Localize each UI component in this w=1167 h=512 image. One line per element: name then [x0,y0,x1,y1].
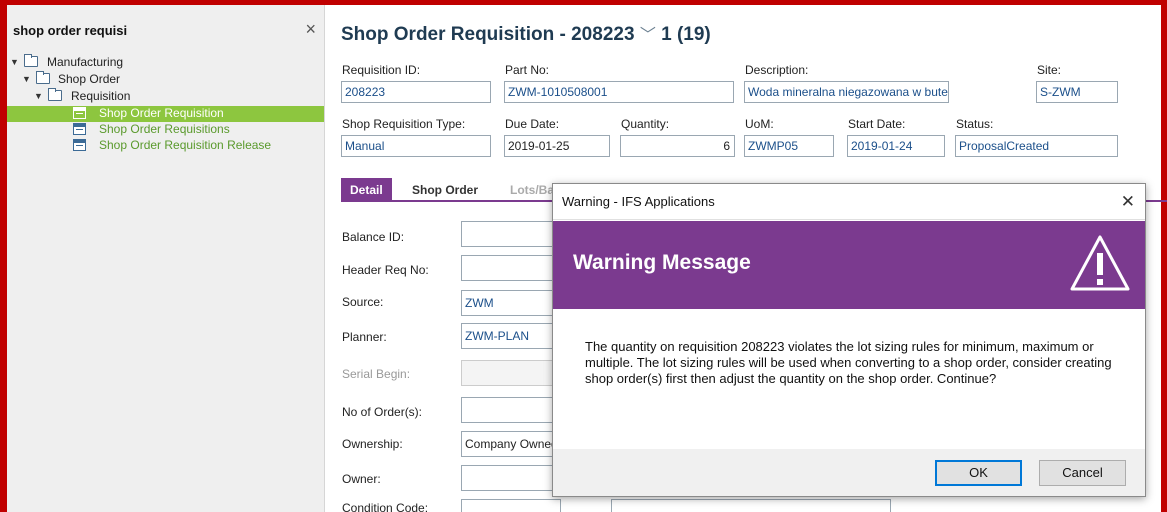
navigator-search-text[interactable]: shop order requisi [13,23,127,38]
tree-item-shop-order-requisition-release[interactable]: Shop Order Requisition Release [7,138,324,154]
navigator-panel: shop order requisi × ▼ Manufacturing ▼ S… [7,5,325,512]
dialog-message: The quantity on requisition 208223 viola… [585,339,1112,386]
tree-item-shop-order-requisitions[interactable]: Shop Order Requisitions [7,122,324,138]
tree-item-label: Shop Order Requisition Release [99,138,272,152]
window-frame-left [0,0,7,512]
condition-code-description-field[interactable] [611,499,891,512]
part-no-label: Part No: [505,63,550,77]
description-field[interactable]: Woda mineralna niegazowana w butelce PET… [744,81,949,103]
start-date-field[interactable]: 2019-01-24 [847,135,945,157]
ownership-field[interactable]: Company Owned [461,431,561,457]
no-of-orders-field[interactable] [461,397,561,423]
window-frame-right [1161,0,1167,512]
part-no-field[interactable]: ZWM-1010508001 [504,81,734,103]
tree-item-label: Shop Order Requisition [99,106,224,120]
tree-item-requisition[interactable]: ▼ Requisition [7,88,324,106]
shop-requisition-type-field[interactable]: Manual [341,135,491,157]
description-label: Description: [745,63,809,77]
tree-item-label: Requisition [71,89,131,103]
form-doc-icon [73,107,86,119]
warning-triangle-icon [1070,235,1130,291]
owner-field[interactable] [461,465,561,491]
requisition-id-field[interactable]: 208223 [341,81,491,103]
quantity-label: Quantity: [621,117,670,131]
folder-icon [36,71,50,84]
page-title-text: Shop Order Requisition - 208223 [341,24,635,45]
uom-label: UoM: [745,117,774,131]
quantity-field[interactable]: 6 [620,135,735,157]
dialog-header-banner: Warning Message [553,221,1145,309]
dialog-window-title: Warning - IFS Applications [562,194,715,209]
owner-label: Owner: [342,472,381,486]
tree-item-manufacturing[interactable]: ▼ Manufacturing [7,54,324,72]
cancel-button[interactable]: Cancel [1039,460,1126,486]
source-field[interactable]: ZWM [461,290,561,316]
balance-id-label: Balance ID: [342,230,405,244]
planner-label: Planner: [342,330,387,344]
site-label: Site: [1037,63,1062,77]
expand-arrow-icon[interactable]: ▼ [10,55,19,69]
no-of-orders-label: No of Order(s): [342,405,423,419]
dialog-footer: OK Cancel [553,449,1145,496]
uom-field[interactable]: ZWMP05 [744,135,834,157]
expand-arrow-icon[interactable]: ▼ [34,89,43,103]
balance-id-field[interactable] [461,221,561,247]
chevron-down-icon[interactable]: ﹀ [640,27,656,44]
close-icon[interactable]: × [305,19,316,40]
tree-item-shop-order-requisition[interactable]: Shop Order Requisition [7,106,324,122]
header-req-no-field[interactable] [461,255,561,281]
site-field[interactable]: S-ZWM [1036,81,1118,103]
form-doc-icon [73,139,86,151]
record-counter: 1 (19) [661,24,711,45]
folder-icon [48,88,62,101]
due-date-field[interactable]: 2019-01-25 [504,135,610,157]
ok-button[interactable]: OK [935,460,1022,486]
dialog-header-title: Warning Message [573,251,751,274]
form-doc-icon [73,123,86,135]
source-label: Source: [342,295,384,309]
expand-arrow-icon[interactable]: ▼ [22,72,31,86]
tree-item-label: Shop Order [58,72,121,86]
tree-item-label: Manufacturing [47,55,124,69]
shop-requisition-type-label: Shop Requisition Type: [342,117,466,131]
tab-shop-order[interactable]: Shop Order [403,178,487,202]
warning-dialog: Warning - IFS Applications ✕ Warning Mes… [552,183,1146,497]
serial-begin-field [461,360,561,386]
planner-field[interactable]: ZWM-PLAN [461,323,561,349]
serial-begin-label: Serial Begin: [342,367,411,381]
condition-code-field[interactable] [461,499,561,512]
tree-item-label: Shop Order Requisitions [99,122,230,136]
tree-item-shop-order[interactable]: ▼ Shop Order [7,71,324,89]
status-field[interactable]: ProposalCreated [955,135,1118,157]
ownership-label: Ownership: [342,437,403,451]
folder-icon [24,54,38,67]
page-title: Shop Order Requisition - 208223 ﹀ 1 (19) [341,21,711,46]
close-icon[interactable]: ✕ [1121,184,1135,220]
start-date-label: Start Date: [848,117,906,131]
status-label: Status: [956,117,994,131]
requisition-id-label: Requisition ID: [342,63,421,77]
condition-code-label: Condition Code: [342,501,429,512]
navigator-search[interactable]: shop order requisi × [7,5,324,55]
dialog-titlebar[interactable]: Warning - IFS Applications ✕ [553,184,1145,220]
navigator-tree: ▼ Manufacturing ▼ Shop Order ▼ Requisiti… [7,54,324,154]
tab-detail[interactable]: Detail [341,178,392,202]
due-date-label: Due Date: [505,117,560,131]
header-req-no-label: Header Req No: [342,263,429,277]
